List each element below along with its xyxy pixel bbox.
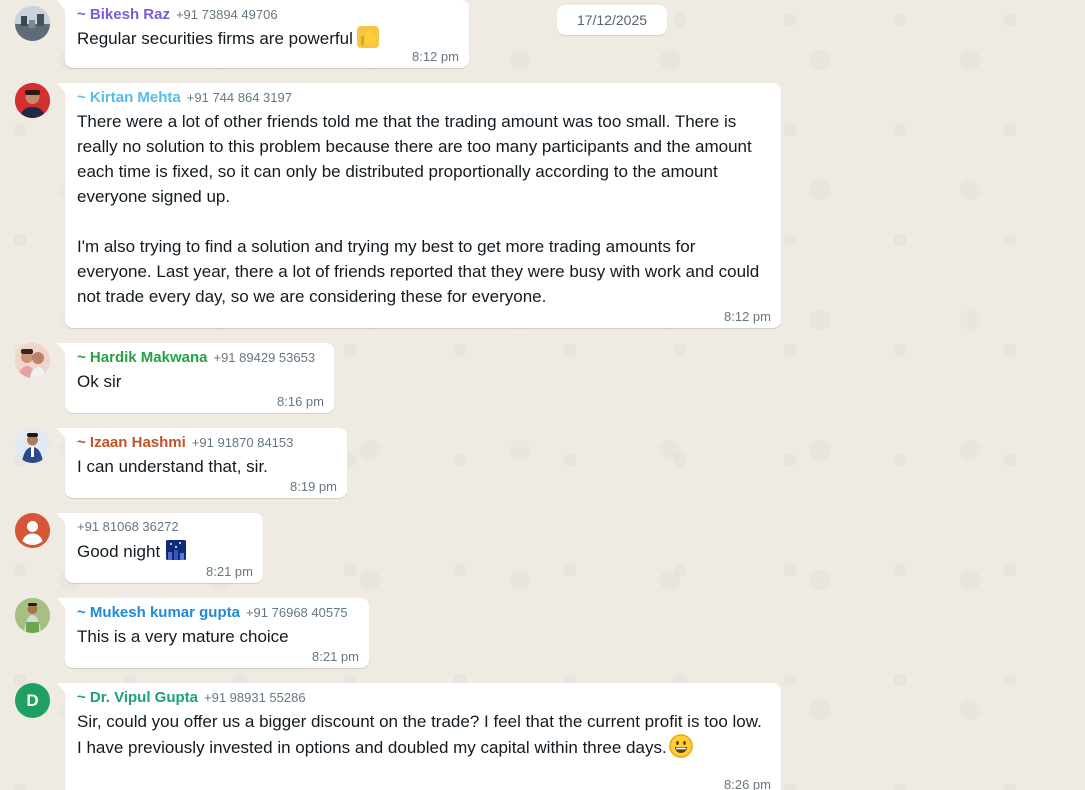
message-bubble[interactable]: ~ Hardik Makwana +91 89429 53653 Ok sir … (57, 343, 334, 413)
bubble-tail-icon (57, 83, 65, 93)
message-paragraph: There were a lot of other friends told m… (77, 112, 752, 206)
bubble-tail-icon (57, 513, 65, 523)
message-text-body: Good night (77, 542, 161, 561)
sender-phone[interactable]: +91 91870 84153 (192, 435, 294, 450)
message-time: 8:26 pm (724, 777, 771, 790)
avatar[interactable] (15, 428, 50, 463)
message-text: Good night (77, 539, 253, 564)
sender-phone[interactable]: +91 89429 53653 (213, 350, 315, 365)
profile-photo-icon (15, 598, 50, 633)
message-text-body: Sir, could you offer us a bigger discoun… (77, 712, 762, 757)
message-bubble[interactable]: +91 81068 36272 Good night 8:21 pm (57, 513, 263, 583)
message-text: There were a lot of other friends told m… (77, 109, 767, 309)
message-bubble[interactable]: ~ Dr. Vipul Gupta +91 98931 55286 Sir, c… (57, 683, 781, 790)
default-user-icon (15, 513, 50, 548)
message-bubble[interactable]: ~ Mukesh kumar gupta +91 76968 40575 Thi… (57, 598, 369, 668)
bubble-tail-icon (57, 428, 65, 438)
bubble-tail-icon (57, 0, 65, 10)
profile-photo-icon (15, 6, 50, 41)
profile-photo-icon (15, 428, 50, 463)
sender-name[interactable]: ~ Bikesh Raz (77, 6, 170, 23)
sender-phone[interactable]: +91 76968 40575 (246, 605, 348, 620)
sender-name[interactable]: ~ Dr. Vipul Gupta (77, 689, 198, 706)
message-text-body: Regular securities firms are powerful (77, 29, 353, 48)
message-time: 8:12 pm (412, 49, 459, 64)
avatar[interactable] (15, 343, 50, 378)
profile-photo-icon (15, 83, 50, 118)
message-time: 8:16 pm (277, 394, 324, 409)
message-text: This is a very mature choice (77, 627, 289, 646)
date-divider: 17/12/2025 (557, 5, 667, 35)
thumbs-up-emoji-icon (356, 26, 379, 48)
message-time: 8:12 pm (724, 309, 771, 324)
message-text: Regular securities firms are powerful (77, 26, 459, 51)
sender-phone[interactable]: +91 73894 49706 (176, 7, 278, 22)
sender-phone[interactable]: +91 98931 55286 (204, 690, 306, 705)
message-bubble[interactable]: ~ Izaan Hashmi +91 91870 84153 I can und… (57, 428, 347, 498)
sender-name[interactable]: ~ Mukesh kumar gupta (77, 604, 240, 621)
message-text: Sir, could you offer us a bigger discoun… (77, 709, 767, 760)
profile-photo-icon (15, 343, 50, 378)
message-text: I can understand that, sir. (77, 457, 268, 476)
message-time: 8:19 pm (290, 479, 337, 494)
avatar[interactable] (15, 513, 50, 548)
avatar[interactable] (15, 6, 50, 41)
sender-phone[interactable]: +91 81068 36272 (77, 519, 179, 534)
sender-phone[interactable]: +91 744 864 3197 (187, 90, 292, 105)
message-bubble[interactable]: ~ Bikesh Raz +91 73894 49706 Regular sec… (57, 0, 469, 68)
message-time: 8:21 pm (312, 649, 359, 664)
sender-name[interactable]: ~ Hardik Makwana (77, 349, 207, 366)
avatar[interactable] (15, 83, 50, 118)
sender-name[interactable]: ~ Izaan Hashmi (77, 434, 186, 451)
grinning-face-emoji-icon (668, 734, 693, 758)
night-city-emoji-icon (166, 540, 187, 560)
message-text: Ok sir (77, 372, 122, 391)
avatar[interactable] (15, 598, 50, 633)
sender-name[interactable]: ~ Kirtan Mehta (77, 89, 181, 106)
message-time: 8:21 pm (206, 564, 253, 579)
avatar-letter: D (26, 690, 39, 710)
message-bubble[interactable]: ~ Kirtan Mehta +91 744 864 3197 There we… (57, 83, 781, 328)
bubble-tail-icon (57, 683, 65, 693)
bubble-tail-icon (57, 598, 65, 608)
chat-panel[interactable]: 17/12/2025 ~ Bikesh Raz +91 73894 49706 … (0, 0, 1085, 790)
bubble-tail-icon (57, 343, 65, 353)
avatar[interactable]: D (15, 683, 50, 718)
message-paragraph: I'm also trying to find a solution and t… (77, 237, 760, 306)
